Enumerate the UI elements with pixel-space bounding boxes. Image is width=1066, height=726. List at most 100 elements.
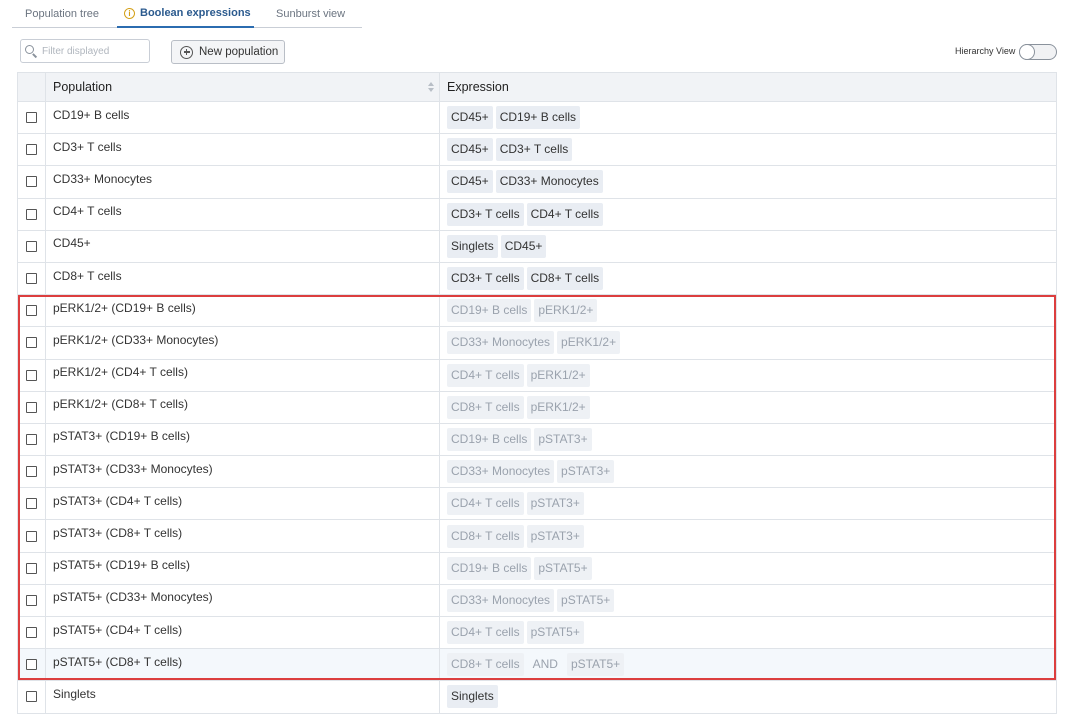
new-population-label: New population xyxy=(199,46,279,58)
expression-chip: CD45+ xyxy=(447,170,493,194)
expression-chip: CD3+ T cells xyxy=(447,202,524,226)
expression-chip: CD19+ B cells xyxy=(495,106,581,130)
hierarchy-view-toggle[interactable] xyxy=(1019,44,1057,60)
table-row[interactable]: CD33+ Monocytes CD45+ CD33+ Monocytes xyxy=(17,166,1057,199)
row-check-cell xyxy=(18,391,46,423)
table-row[interactable]: CD19+ B cells CD45+ CD19+ B cells xyxy=(17,102,1057,135)
row-check-cell xyxy=(18,649,46,681)
table-row[interactable]: pERK1/2+ (CD4+ T cells) CD4+ T cells pERK1… xyxy=(17,359,1057,392)
row-checkbox[interactable] xyxy=(26,144,37,156)
table-row[interactable]: pSTAT5+ (CD33+ Monocytes) CD33+ Monocytes… xyxy=(17,584,1057,617)
expression-cell: CD45+ CD33+ Monocytes xyxy=(440,166,1056,197)
table-row[interactable]: CD4+ T cells CD3+ T cells CD4+ T cells xyxy=(17,198,1057,231)
expression-cell: CD4+ T cells pERK1/2+ xyxy=(440,360,1056,391)
sort-icon[interactable] xyxy=(428,82,434,94)
row-check-cell xyxy=(18,488,46,520)
expression-chips: CD19+ B cells pSTAT5+ xyxy=(447,556,592,580)
population-cell: pERK1/2+ (CD33+ Monocytes) xyxy=(46,327,440,359)
row-checkbox[interactable] xyxy=(26,273,37,285)
row-checkbox[interactable] xyxy=(26,627,37,639)
expression-chips: CD33+ Monocytes pSTAT5+ xyxy=(447,588,615,612)
expression-chips: CD45+ CD3+ T cells xyxy=(447,138,573,162)
column-header-expression: Expression xyxy=(440,73,1056,101)
table-row[interactable]: pSTAT5+ (CD8+ T cells) CD8+ T cells AND pST… xyxy=(17,649,1057,682)
population-cell: pSTAT3+ (CD33+ Monocytes) xyxy=(46,456,440,488)
row-checkbox[interactable] xyxy=(26,466,37,478)
tab-sunburst-view[interactable]: Sunburst view xyxy=(254,0,345,27)
expression-chip: pSTAT5+ xyxy=(566,653,625,677)
row-check-cell xyxy=(18,295,46,327)
row-check-cell xyxy=(18,423,46,456)
population-name: CD45+ xyxy=(53,236,91,251)
table-row[interactable]: pERK1/2+ (CD8+ T cells) CD8+ T cells pERK1… xyxy=(17,391,1057,424)
row-checkbox[interactable] xyxy=(26,208,37,220)
expression-cell: CD45+ CD3+ T cells xyxy=(440,134,1056,165)
row-checkbox[interactable] xyxy=(26,691,37,703)
expression-chip: CD19+ B cells xyxy=(447,427,532,451)
new-population-button[interactable]: New population xyxy=(171,40,285,64)
expression-cell: CD8+ T cells pERK1/2+ xyxy=(440,392,1056,423)
hierarchy-view-label: Hierarchy View xyxy=(955,46,1016,56)
row-checkbox[interactable] xyxy=(26,369,37,381)
population-name: pERK1/2+ (CD4+ T cells) xyxy=(53,365,188,380)
expression-chip: CD45+ xyxy=(500,234,547,258)
expression-cell: CD33+ Monocytes pSTAT5+ xyxy=(440,585,1056,616)
table-row[interactable]: Singlets Singlets xyxy=(17,681,1057,714)
expression-operator: AND xyxy=(532,657,558,672)
table-header: Population Expression xyxy=(17,72,1057,102)
tab-population-tree[interactable]: Population tree xyxy=(12,0,117,27)
table-row[interactable]: CD45+ Singlets CD45+ xyxy=(17,230,1057,263)
row-checkbox[interactable] xyxy=(26,112,37,124)
expression-chip: pERK1/2+ xyxy=(534,299,598,323)
tab-label: Population tree xyxy=(25,7,99,20)
population-name: CD4+ T cells xyxy=(53,204,122,219)
population-name: CD3+ T cells xyxy=(53,139,122,154)
population-cell: Singlets xyxy=(46,681,440,713)
table-row[interactable]: pSTAT3+ (CD33+ Monocytes) CD33+ Monocytes… xyxy=(17,456,1057,489)
table-row[interactable]: CD8+ T cells CD3+ T cells CD8+ T cells xyxy=(17,262,1057,296)
column-header-label: Expression xyxy=(447,80,509,94)
expression-cell: CD19+ B cells pSTAT5+ xyxy=(440,553,1056,584)
expression-chip: CD8+ T cells xyxy=(447,653,524,677)
filter-field[interactable] xyxy=(20,39,150,63)
row-checkbox[interactable] xyxy=(26,337,37,349)
expression-chips: CD4+ T cells pERK1/2+ xyxy=(447,363,590,387)
population-name: pSTAT5+ (CD4+ T cells) xyxy=(53,622,183,637)
row-checkbox[interactable] xyxy=(26,498,37,510)
row-check-cell xyxy=(18,681,46,713)
table-row[interactable]: pSTAT5+ (CD4+ T cells) CD4+ T cells pSTAT5… xyxy=(17,617,1057,650)
row-check-cell xyxy=(18,584,46,616)
expression-chip: CD8+ T cells xyxy=(447,395,524,419)
table-row[interactable]: pSTAT3+ (CD4+ T cells) CD4+ T cells pSTAT3… xyxy=(17,488,1057,521)
population-cell: pERK1/2+ (CD8+ T cells) xyxy=(46,391,440,423)
expression-chip: pSTAT3+ xyxy=(557,460,615,484)
table-row[interactable]: pSTAT5+ (CD19+ B cells) CD19+ B cells pSTA… xyxy=(17,552,1057,585)
tab-boolean-expressions[interactable]: i Boolean expressions xyxy=(117,0,254,28)
table-row[interactable]: CD3+ T cells CD45+ CD3+ T cells xyxy=(17,134,1057,167)
filter-input[interactable] xyxy=(42,45,142,57)
plus-circle-icon xyxy=(180,45,193,59)
expression-chip: CD8+ T cells xyxy=(447,524,524,548)
expression-chips: CD45+ CD19+ B cells xyxy=(447,106,581,130)
expression-chips: CD19+ B cells pERK1/2+ xyxy=(447,299,598,323)
column-header-population[interactable]: Population xyxy=(46,73,440,101)
row-checkbox[interactable] xyxy=(26,305,37,317)
row-checkbox[interactable] xyxy=(26,176,37,188)
expression-chip: pSTAT5+ xyxy=(534,556,592,580)
row-checkbox[interactable] xyxy=(26,240,37,252)
expression-chip: pERK1/2+ xyxy=(526,363,590,387)
table-row[interactable]: pERK1/2+ (CD33+ Monocytes) CD33+ Monocyte… xyxy=(17,327,1057,360)
row-checkbox[interactable] xyxy=(26,433,37,445)
row-checkbox[interactable] xyxy=(26,401,37,413)
population-cell: pERK1/2+ (CD19+ B cells) xyxy=(46,295,440,327)
row-checkbox[interactable] xyxy=(26,562,37,574)
expression-chips: CD33+ Monocytes pSTAT3+ xyxy=(447,460,615,484)
table-row[interactable]: pSTAT3+ (CD19+ B cells) CD19+ B cells pSTA… xyxy=(17,423,1057,457)
table-row[interactable]: pSTAT3+ (CD8+ T cells) CD8+ T cells pSTAT3… xyxy=(17,520,1057,553)
toggle-knob xyxy=(1019,44,1035,60)
row-checkbox[interactable] xyxy=(26,530,37,542)
row-checkbox[interactable] xyxy=(26,659,37,671)
table-row[interactable]: pERK1/2+ (CD19+ B cells) CD19+ B cells pER… xyxy=(17,295,1057,328)
row-checkbox[interactable] xyxy=(26,594,37,606)
tab-label: Sunburst view xyxy=(276,7,346,20)
